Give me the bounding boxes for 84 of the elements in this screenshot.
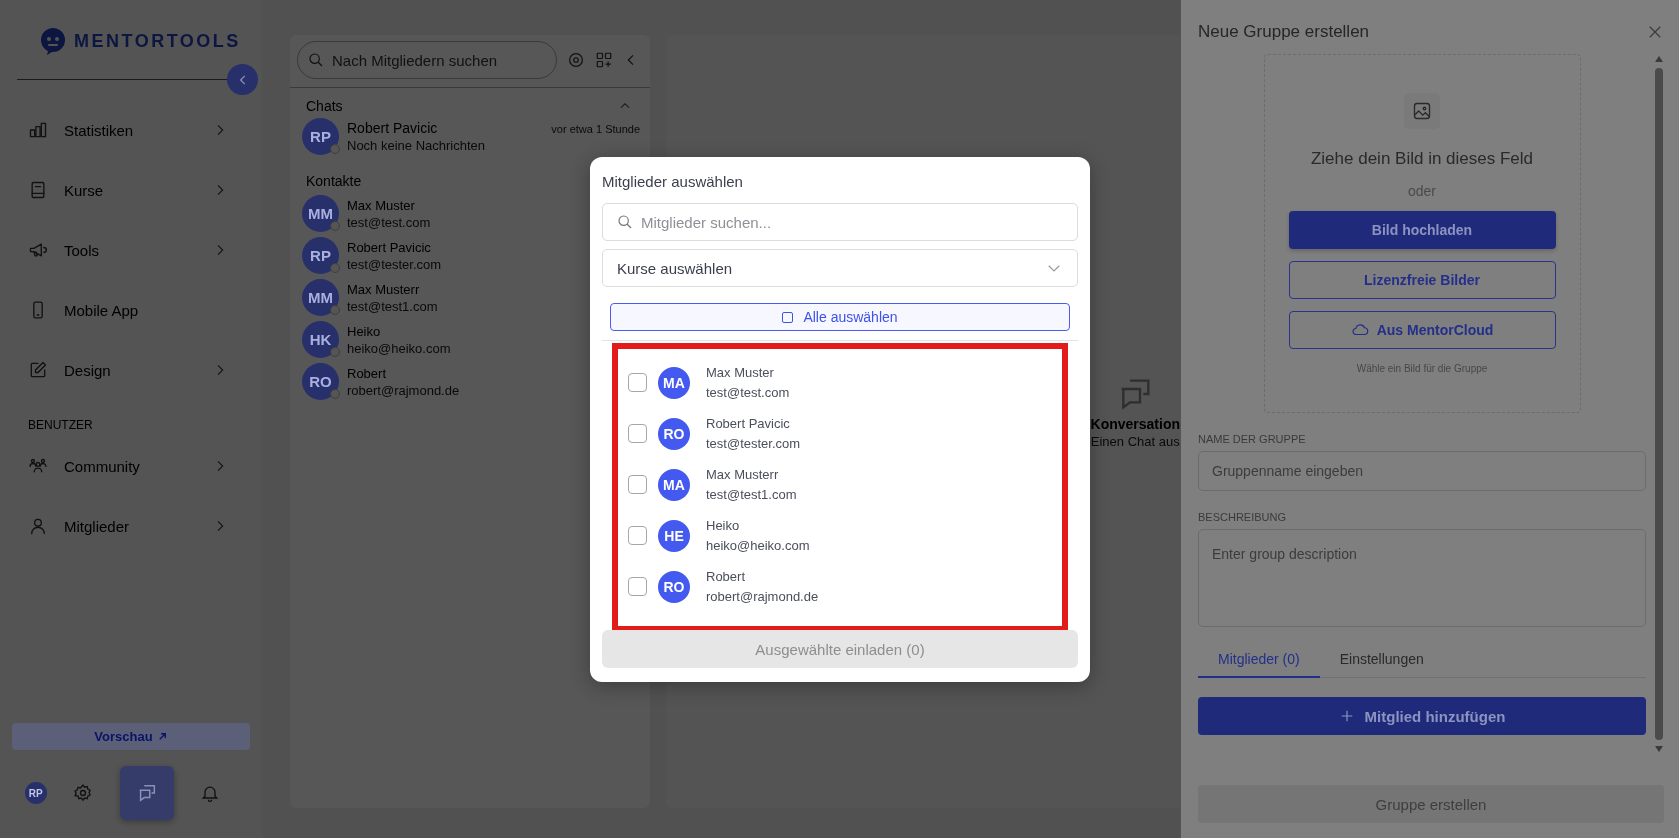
checkbox[interactable] bbox=[628, 424, 647, 443]
contact-email: test@test.com bbox=[347, 214, 431, 230]
preview-button[interactable]: Vorschau bbox=[12, 723, 250, 750]
contact-name[interactable]: Robert Pavicic bbox=[347, 239, 431, 255]
section-heading: Chats bbox=[306, 98, 343, 114]
search-icon bbox=[617, 214, 633, 230]
avatar: RP bbox=[302, 237, 339, 274]
member-name: Max Muster bbox=[706, 365, 775, 380]
nav-item[interactable]: Mobile App bbox=[64, 301, 228, 319]
cloud-button[interactable]: Aus MentorCloud bbox=[1288, 311, 1556, 349]
nav-item[interactable]: Community bbox=[64, 457, 212, 475]
contact-name[interactable]: Max Muster bbox=[347, 197, 415, 213]
avatar: RO bbox=[658, 570, 690, 603]
select-all-button[interactable]: Alle auswählen bbox=[610, 303, 1070, 331]
settings-icon bbox=[73, 783, 94, 803]
search-icon bbox=[308, 52, 324, 68]
nav-item[interactable]: Statistiken bbox=[64, 121, 212, 139]
member-email: test@test1.com bbox=[706, 487, 797, 502]
pencil-icon bbox=[28, 360, 48, 380]
member-search-field[interactable]: Mitglieder suchen... bbox=[602, 203, 1078, 241]
chat-preview: Noch keine Nachrichten bbox=[347, 138, 486, 153]
chat-button[interactable] bbox=[119, 766, 174, 820]
checkbox[interactable] bbox=[628, 577, 647, 596]
scrollbar[interactable] bbox=[1654, 54, 1664, 754]
grid-add-icon[interactable] bbox=[595, 51, 613, 69]
modal-title: Mitglieder auswählen bbox=[602, 173, 744, 190]
tab[interactable]: Mitglieder (0) bbox=[1198, 651, 1320, 678]
contact-name[interactable]: Max Musterr bbox=[347, 281, 420, 297]
settings-icon[interactable] bbox=[567, 51, 585, 69]
member-email: robert@rajmond.de bbox=[706, 589, 819, 604]
member-email: test@tester.com bbox=[706, 436, 801, 451]
logo-icon bbox=[38, 26, 68, 56]
section-heading: BENUTZER bbox=[28, 418, 93, 432]
user-avatar[interactable]: RP bbox=[24, 782, 47, 804]
collapse-button[interactable] bbox=[227, 64, 258, 95]
nav-item[interactable]: Tools bbox=[64, 241, 212, 259]
avatar: HE bbox=[658, 519, 690, 552]
avatar: RO bbox=[302, 363, 339, 400]
upload-button[interactable]: Bild hochladen bbox=[1288, 211, 1556, 249]
section-heading: Kontakte bbox=[306, 173, 362, 189]
nav-item[interactable]: Mitglieder bbox=[64, 517, 212, 535]
contact-email: test@test1.com bbox=[347, 298, 438, 314]
contact-name[interactable]: Heiko bbox=[347, 323, 381, 339]
member-name: Robert bbox=[706, 569, 747, 584]
avatar: MM bbox=[302, 195, 339, 232]
chart-icon bbox=[28, 120, 48, 140]
checkbox[interactable] bbox=[628, 526, 647, 545]
nav-item[interactable]: Design bbox=[64, 361, 212, 379]
contact-name[interactable]: Robert bbox=[347, 365, 387, 381]
description-field[interactable]: Enter group description bbox=[1198, 529, 1646, 627]
contact-email: robert@rajmond.de bbox=[347, 382, 460, 398]
free-images-button[interactable]: Lizenzfreie Bilder bbox=[1288, 261, 1556, 299]
checkbox[interactable] bbox=[628, 373, 647, 392]
contact-email: test@tester.com bbox=[347, 256, 442, 272]
checkbox[interactable] bbox=[628, 475, 647, 494]
member-name: Max Musterr bbox=[706, 467, 780, 482]
course-select[interactable]: Kurse auswählen bbox=[602, 249, 1078, 287]
avatar: RP bbox=[302, 118, 339, 155]
avatar: RO bbox=[658, 417, 690, 450]
panel-title: Neue Gruppe erstellen bbox=[1198, 22, 1370, 42]
dropzone-text: Ziehe dein Bild in dieses Feld bbox=[1310, 149, 1534, 169]
avatar: MA bbox=[658, 468, 690, 501]
contact-email: heiko@heiko.com bbox=[347, 340, 451, 356]
empty-text: Einen Chat aus bbox=[1090, 434, 1180, 449]
person-icon bbox=[28, 516, 48, 536]
empty-title: Konversation bbox=[1090, 416, 1180, 432]
nav-item[interactable]: Kurse bbox=[64, 181, 212, 199]
logo-text: MENTORTOOLS bbox=[74, 30, 241, 52]
add-member-button[interactable]: Mitglied hinzufügen bbox=[1198, 697, 1646, 735]
member-email: heiko@heiko.com bbox=[706, 538, 810, 553]
field-label: BESCHREIBUNG bbox=[1198, 511, 1288, 523]
search-field[interactable]: Nach Mitgliedern suchen bbox=[297, 41, 557, 79]
member-name: Robert Pavicic bbox=[706, 416, 791, 431]
avatar: MA bbox=[658, 366, 690, 399]
chat-time: vor etwa 1 Stunde bbox=[551, 123, 640, 135]
chat-name[interactable]: Robert Pavicic bbox=[347, 120, 438, 136]
group-name-field[interactable]: Gruppenname eingeben bbox=[1198, 451, 1646, 491]
avatar: MM bbox=[302, 279, 339, 316]
tab[interactable]: Einstellungen bbox=[1319, 651, 1444, 678]
member-email: test@test.com bbox=[706, 385, 790, 400]
field-label: NAME DER GRUPPE bbox=[1198, 433, 1307, 445]
avatar: HK bbox=[302, 321, 339, 358]
member-name: Heiko bbox=[706, 518, 741, 533]
image-icon bbox=[1412, 101, 1432, 121]
